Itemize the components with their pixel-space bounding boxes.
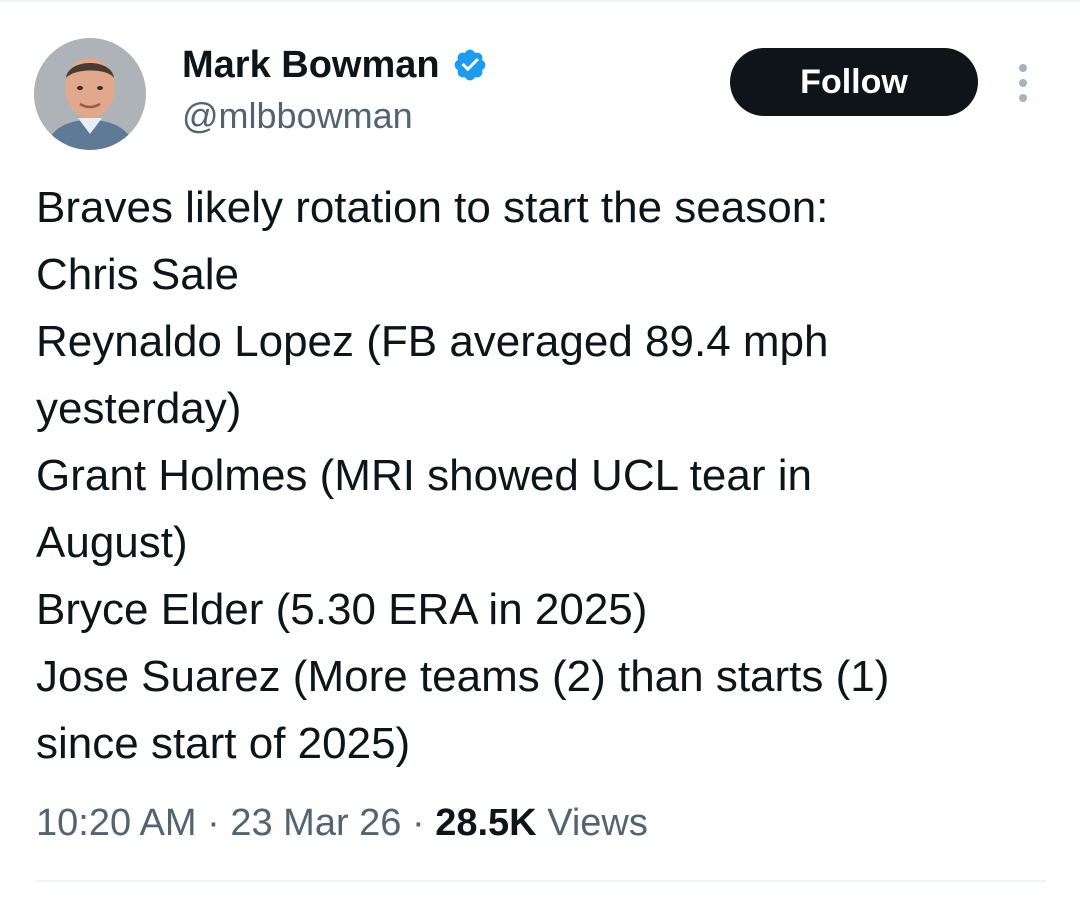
follow-button[interactable]: Follow (730, 48, 978, 116)
tweet-line: Jose Suarez (More teams (2) than starts … (36, 652, 890, 701)
tweet-time[interactable]: 10:20 AM (36, 802, 197, 844)
avatar[interactable] (34, 38, 146, 150)
tweet-line: Reynaldo Lopez (FB averaged 89.4 mph (36, 317, 829, 366)
views-label: Views (547, 802, 648, 844)
tweet-line: Chris Sale (36, 250, 239, 299)
more-dot (1019, 64, 1027, 72)
bottom-divider (36, 880, 1046, 882)
tweet-line: Braves likely rotation to start the seas… (36, 183, 829, 232)
author-handle[interactable]: @mlbbowman (182, 94, 413, 138)
tweet-line: Grant Holmes (MRI showed UCL tear in (36, 451, 812, 500)
author-display-name[interactable]: Mark Bowman (182, 42, 440, 88)
tweet-line: yesterday) (36, 384, 242, 433)
tweet-line: August) (36, 518, 188, 567)
tweet-date[interactable]: 23 Mar 26 (230, 802, 401, 844)
meta-separator: · (412, 802, 425, 844)
more-dot (1019, 79, 1027, 87)
more-dot (1019, 94, 1027, 102)
verified-badge-icon[interactable] (452, 47, 488, 83)
top-divider (0, 0, 1080, 2)
more-vertical-icon[interactable] (1010, 64, 1036, 102)
tweet-text: Braves likely rotation to start the seas… (36, 174, 1046, 777)
views-count[interactable]: 28.5K (435, 802, 536, 844)
tweet-meta: 10:20 AM · 23 Mar 26 · 28.5K Views (36, 798, 648, 848)
profile-photo-icon (34, 38, 146, 150)
tweet-line: Bryce Elder (5.30 ERA in 2025) (36, 585, 648, 634)
tweet-line: since start of 2025) (36, 719, 411, 768)
meta-separator: · (207, 802, 220, 844)
author-name-row: Mark Bowman (182, 42, 488, 88)
